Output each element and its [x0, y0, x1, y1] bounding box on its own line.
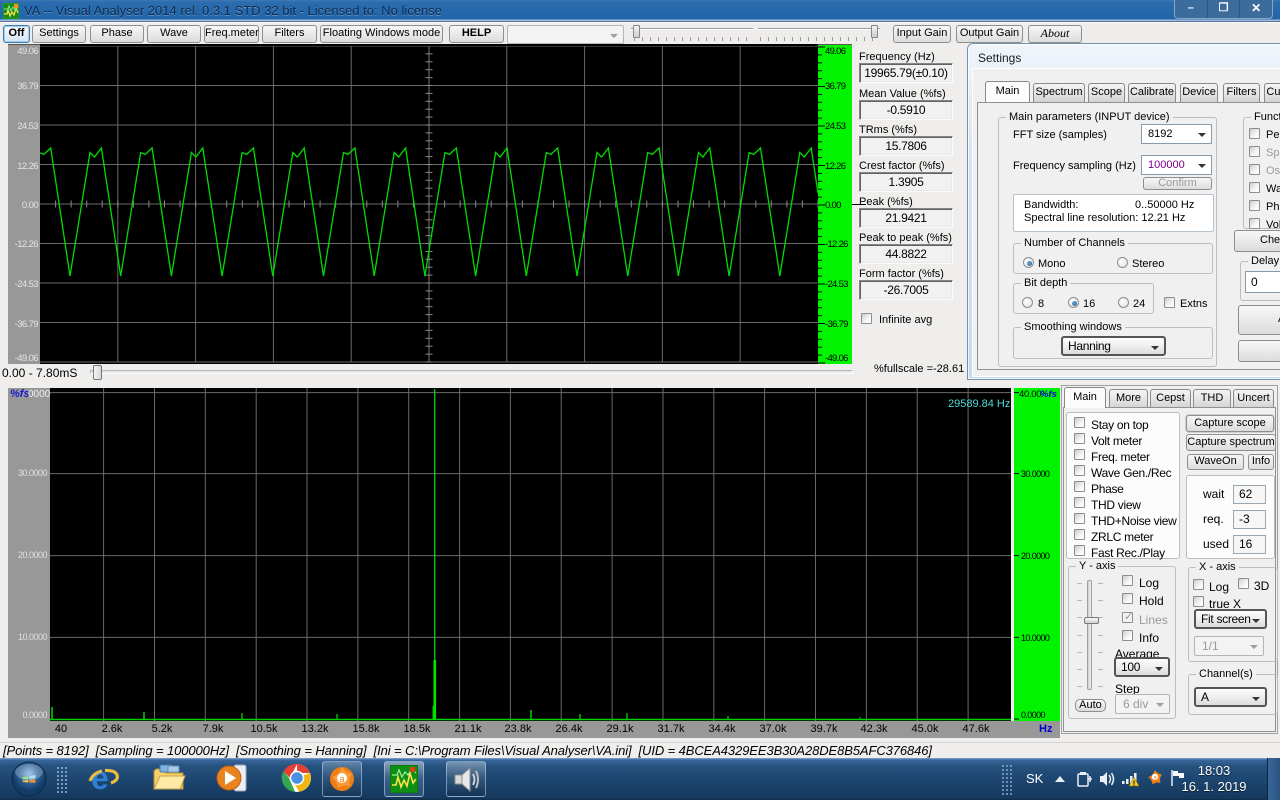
svg-text:a: a — [339, 774, 344, 784]
svg-text:e: e — [91, 761, 109, 795]
svg-text:!: ! — [1133, 781, 1135, 788]
